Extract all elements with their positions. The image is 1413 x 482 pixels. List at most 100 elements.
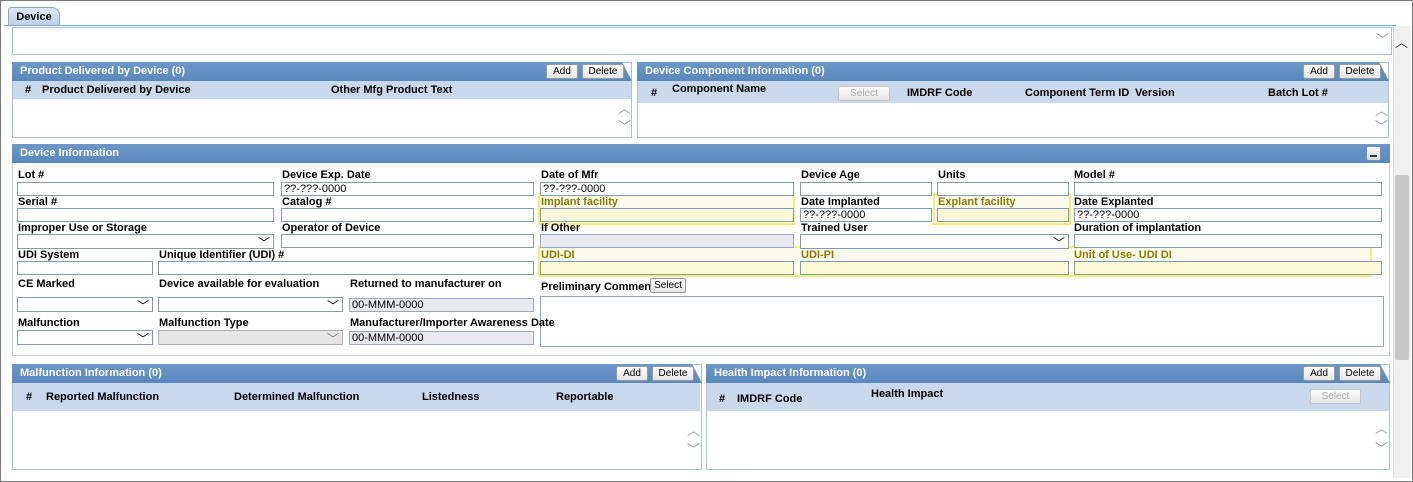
malfunction-select[interactable]: ﹀ [17,330,153,346]
date-implanted-input[interactable]: ??-???-0000 [800,208,932,222]
col-imdrf-code[interactable]: IMDRF Code [737,390,802,408]
ce-marked-label: CE Marked [18,278,75,290]
date-explanted-input[interactable]: ??-???-0000 [1074,208,1382,222]
health-select-button[interactable]: Select [1310,389,1361,404]
device-info-header: Device Information [12,144,1390,163]
health-delete-button[interactable]: Delete [1339,366,1381,381]
panel-title: Health Impact Information (0) [714,367,867,379]
tab-underline [4,25,1396,26]
serial-label: Serial # [18,196,58,208]
units-input[interactable] [937,182,1069,196]
udi-pi-label: UDI-PI [801,249,834,261]
chevron-down-icon[interactable]: ﹀ [687,443,700,456]
col-listedness[interactable]: Listedness [422,383,479,411]
lot-input[interactable] [17,182,274,196]
chevron-down-icon[interactable]: ﹀ [618,120,631,133]
device-age-label: Device Age [801,169,860,181]
malfunction-type-select[interactable]: ﹀ [158,330,343,346]
chevron-down-icon: ﹀ [136,299,149,313]
page-scroll-thumb[interactable] [1395,175,1409,360]
chevron-down-icon[interactable]: ﹀ [1376,33,1389,46]
chevron-up-icon[interactable]: ︿ [618,102,631,115]
product-delete-button[interactable]: Delete [582,64,624,79]
udi-input[interactable] [158,261,534,275]
exp-date-label: Device Exp. Date [282,169,371,181]
col-version[interactable]: Version [1135,83,1175,103]
col-component-term-id[interactable]: Component Term ID [1025,83,1129,103]
health-impact-header: Health Impact Information (0) [706,364,1390,383]
col-other-mfg-text[interactable]: Other Mfg Product Text [331,81,452,99]
prelim-comments-textarea[interactable] [540,296,1384,347]
component-grid-header: # Component Name IMDRF Code Component Te… [638,81,1388,103]
returned-mfr-input[interactable]: 00-MMM-0000 [349,298,534,312]
health-add-button[interactable]: Add [1303,366,1335,381]
duration-label: Duration of implantation [1074,222,1202,234]
malfunction-add-button[interactable]: Add [616,366,648,381]
chevron-up-icon[interactable]: ︿ [1375,422,1388,435]
product-grid-header: # Product Delivered by Device Other Mfg … [13,81,631,99]
chevron-up-icon[interactable]: ︿ [687,424,700,437]
lot-label: Lot # [18,169,45,181]
col-reportable[interactable]: Reportable [556,383,613,411]
top-text-area[interactable] [12,27,1392,55]
model-label: Model # [1074,169,1115,181]
implant-facility-label: Implant facility [541,196,619,208]
implant-facility-input[interactable] [540,208,794,222]
returned-mfr-label: Returned to manufacturer on [350,278,502,290]
col-imdrf-code[interactable]: IMDRF Code [907,83,972,103]
serial-input[interactable] [17,208,274,222]
malfunction-type-label: Malfunction Type [159,317,249,329]
duration-input[interactable] [1074,234,1382,248]
trained-user-select[interactable]: ﹀ [800,234,1069,250]
improper-use-select[interactable]: ﹀ [17,234,274,250]
malfunction-delete-button[interactable]: Delete [652,366,694,381]
chevron-down-icon[interactable]: ﹀ [1375,442,1388,455]
col-product-delivered[interactable]: Product Delivered by Device [42,81,191,99]
operator-label: Operator of Device [282,222,381,234]
ce-marked-select[interactable]: ﹀ [17,297,153,313]
explant-facility-input[interactable] [937,208,1069,222]
catalog-input[interactable] [281,208,534,222]
panel-title: Product Delivered by Device (0) [20,65,186,77]
exp-date-input[interactable]: ??-???-0000 [281,182,534,196]
device-age-input[interactable] [800,182,932,196]
chevron-down-icon: ﹀ [136,332,149,346]
panel-title: Malfunction Information (0) [20,367,162,379]
model-input[interactable] [1074,182,1382,196]
available-eval-select[interactable]: ﹀ [158,297,343,313]
date-mfr-label: Date of Mfr [541,169,599,181]
component-add-button[interactable]: Add [1303,64,1335,79]
col-reported-malfunction[interactable]: Reported Malfunction [46,383,159,411]
chevron-down-icon: ﹀ [1052,236,1065,250]
date-mfr-input[interactable]: ??-???-0000 [540,182,794,196]
prelim-comments-select-button[interactable]: Select [650,278,686,293]
col-component-name[interactable]: Component Name [672,79,766,99]
available-eval-label: Device available for evaluation [159,278,320,290]
units-label: Units [938,169,966,181]
component-select-button[interactable]: Select [838,86,890,101]
if-other-label: If Other [541,222,581,234]
awareness-date-input[interactable]: 00-MMM-0000 [349,331,534,345]
product-add-button[interactable]: Add [546,64,578,79]
tab-device[interactable]: Device [8,7,60,26]
udi-system-input[interactable] [17,261,153,275]
trained-user-label: Trained User [801,222,868,234]
col-number: # [719,393,726,405]
udi-label: Unique Identifier (UDI) # [159,249,285,261]
operator-input[interactable] [281,234,534,248]
col-determined-malfunction[interactable]: Determined Malfunction [234,383,359,411]
if-other-input[interactable] [540,234,794,248]
collapse-icon[interactable] [1366,146,1381,161]
component-delete-button[interactable]: Delete [1339,64,1381,79]
chevron-down-icon[interactable]: ﹀ [1375,120,1388,133]
udi-di-input[interactable] [540,261,794,275]
unit-of-use-input[interactable] [1074,261,1382,275]
scroll-up-icon[interactable]: ︿ [1395,36,1408,49]
date-implanted-label: Date Implanted [801,196,880,208]
udi-pi-input[interactable] [800,261,1069,275]
col-health-impact[interactable]: Health Impact [871,385,943,403]
prelim-comments-label: Preliminary Comments [541,281,661,293]
col-batch-lot[interactable]: Batch Lot # [1268,83,1328,103]
udi-di-label: UDI-DI [541,249,575,261]
chevron-up-icon[interactable]: ︿ [1375,104,1388,117]
